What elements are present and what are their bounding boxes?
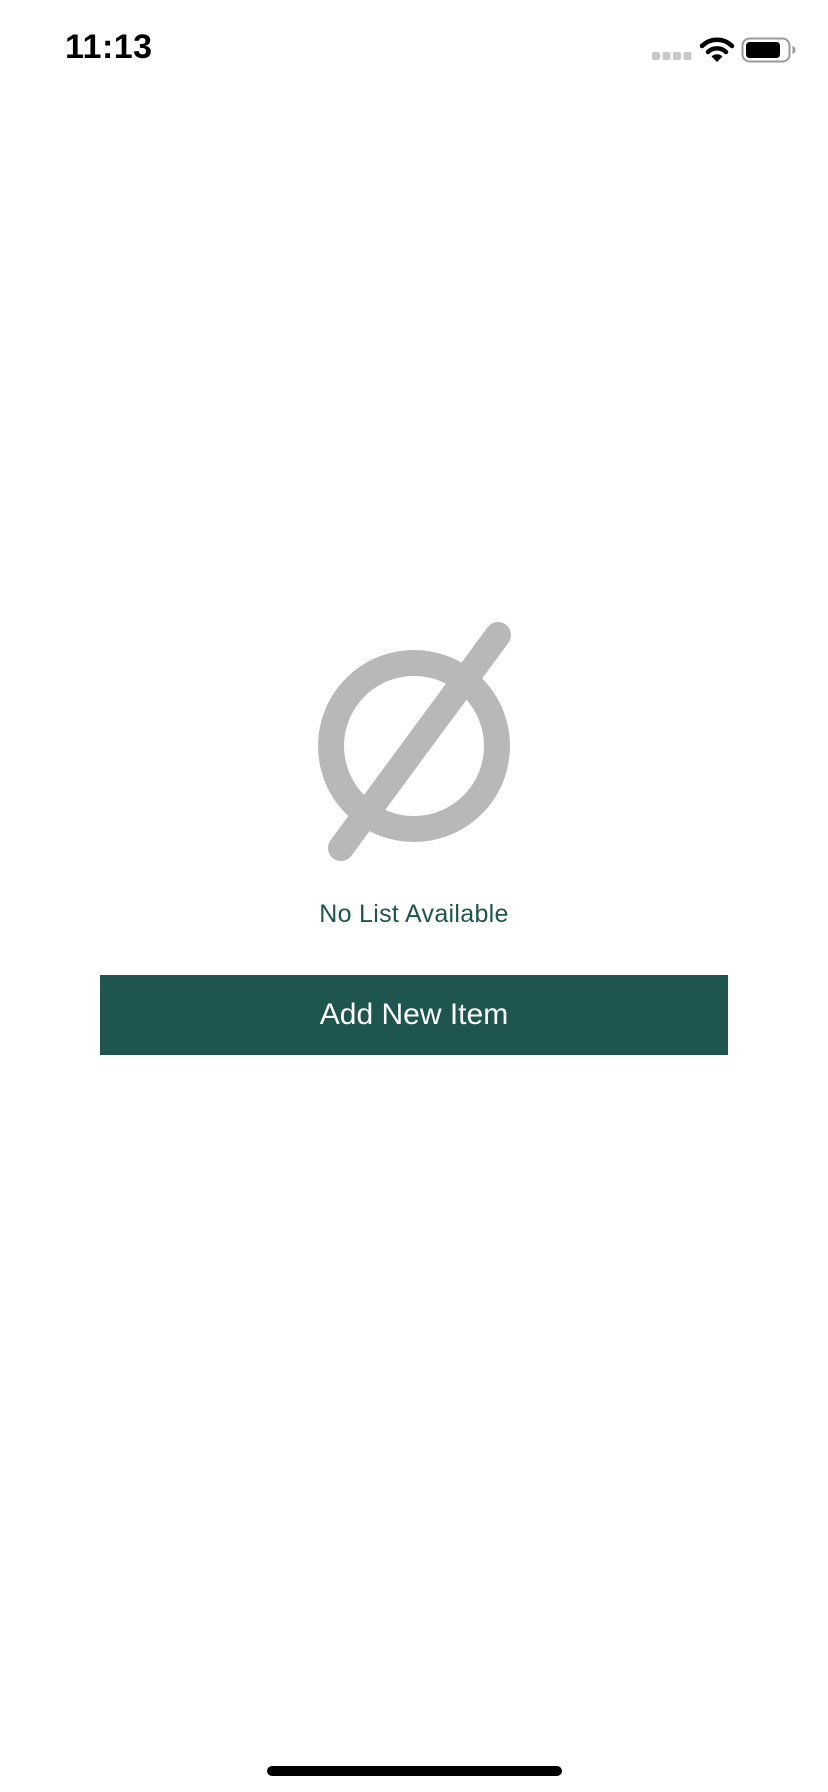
add-new-item-button[interactable]: Add New Item (100, 975, 728, 1055)
home-indicator[interactable] (267, 1766, 562, 1776)
empty-set-icon (318, 622, 511, 861)
empty-message: No List Available (319, 900, 509, 928)
empty-state: No List Available Add New Item (0, 0, 828, 1792)
